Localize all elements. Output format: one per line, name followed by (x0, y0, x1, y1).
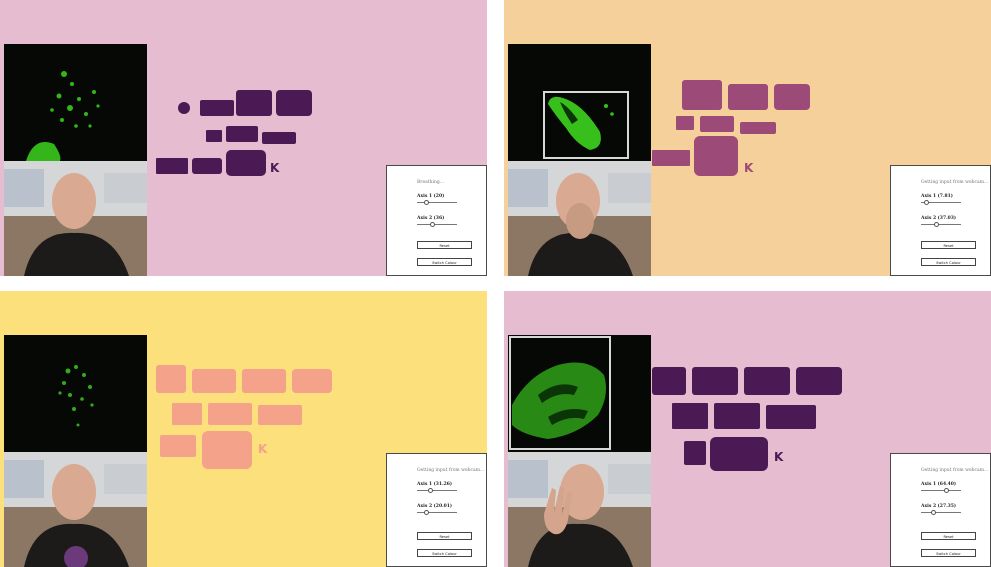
switch-colour-button[interactable]: Switch Colour (921, 549, 976, 557)
logo: K (652, 367, 842, 471)
axis2-label: Axis 2 (20.01) (417, 504, 453, 509)
axis2-slider[interactable] (417, 510, 457, 516)
axis2-slider[interactable] (921, 222, 961, 228)
control-panel: Getting input from webcam... Axis 1 (64.… (890, 453, 991, 567)
axis1-slider[interactable] (417, 488, 457, 494)
logo-suffix: K (774, 450, 784, 464)
control-panel: Getting input from webcam... Axis 1 (31.… (386, 453, 487, 567)
axis1-slider[interactable] (921, 200, 961, 206)
reset-button[interactable]: Reset (417, 241, 472, 249)
status-text: Getting input from webcam... (921, 180, 989, 185)
reset-button[interactable]: Reset (417, 532, 472, 540)
status-text: Getting input from webcam... (417, 468, 485, 473)
switch-colour-button[interactable]: Switch Colour (921, 258, 976, 266)
status-text: Getting input from webcam... (921, 468, 989, 473)
reset-button[interactable]: Reset (921, 532, 976, 540)
axis2-label: Axis 2 (27.35) (921, 504, 957, 509)
webcam-feed (4, 161, 147, 276)
axis1-slider[interactable] (921, 488, 961, 494)
scene-panel-2: K Getting input from webcam... Axis 1 (7… (504, 0, 991, 276)
axis2-label: Axis 2 (37.03) (921, 216, 957, 221)
axis1-label: Axis 1 (7.81) (921, 194, 953, 199)
logo: K (156, 90, 312, 176)
logo: K (652, 80, 810, 176)
axis2-slider[interactable] (417, 222, 457, 228)
control-panel: Getting input from webcam... Axis 1 (7.8… (890, 165, 991, 276)
webcam-feed (508, 161, 651, 276)
status-text: Breathing... (417, 180, 445, 185)
motion-map (4, 335, 147, 452)
logo-suffix: K (744, 161, 754, 175)
axis2-slider[interactable] (921, 510, 961, 516)
motion-map (4, 44, 147, 161)
motion-map (508, 44, 651, 161)
switch-colour-button[interactable]: Switch Colour (417, 549, 472, 557)
webcam-feed (508, 452, 651, 567)
logo-suffix: K (258, 442, 268, 456)
control-panel: Breathing... Axis 1 (20) Axis 2 (36) Res… (386, 165, 487, 276)
scene-panel-3: K Getting input from webcam... Axis 1 (3… (0, 291, 487, 567)
motion-map (508, 335, 651, 452)
reset-button[interactable]: Reset (921, 241, 976, 249)
switch-colour-button[interactable]: Switch Colour (417, 258, 472, 266)
scene-panel-1: K Breathing... Axis 1 (20) Axis 2 (36) R… (0, 0, 487, 276)
axis1-label: Axis 1 (64.40) (921, 482, 957, 487)
axis1-slider[interactable] (417, 200, 457, 206)
logo-suffix: K (270, 161, 280, 175)
scene-panel-4: K Getting input from webcam... Axis 1 (6… (504, 291, 991, 567)
axis1-label: Axis 1 (20) (417, 194, 445, 199)
axis1-label: Axis 1 (31.26) (417, 482, 453, 487)
webcam-feed (4, 452, 147, 567)
logo: K (156, 365, 332, 469)
axis2-label: Axis 2 (36) (417, 216, 445, 221)
